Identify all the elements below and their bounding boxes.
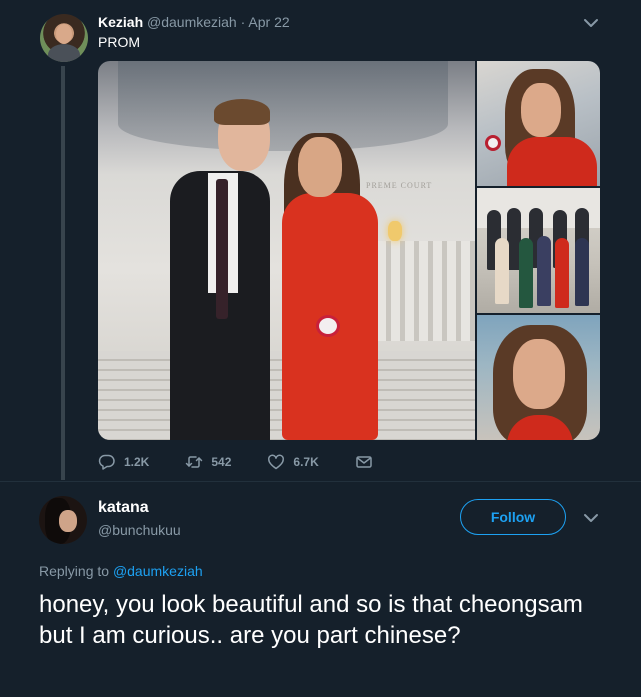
follow-button[interactable]: Follow xyxy=(460,499,566,535)
like-action[interactable]: 6.7K xyxy=(267,453,319,471)
media-grid: PREME COURT xyxy=(98,61,600,440)
tweet-date[interactable]: Apr 22 xyxy=(248,14,289,30)
ceiling-arch xyxy=(118,61,448,151)
display-name[interactable]: katana xyxy=(98,498,149,518)
reply-action[interactable]: 1.2K xyxy=(98,453,149,471)
portrait-dress xyxy=(507,137,597,186)
replying-prefix: Replying to xyxy=(39,563,110,579)
prom-photo-closeup[interactable] xyxy=(477,315,600,440)
group-person xyxy=(495,238,509,304)
user-handle[interactable]: @daumkeziah xyxy=(147,14,237,30)
thread-line xyxy=(61,66,65,480)
tweet-actions: 1.2K 542 6.7K xyxy=(98,451,381,473)
retweet-count: 542 xyxy=(211,455,232,469)
prom-photo-portrait[interactable] xyxy=(477,61,600,186)
corsage xyxy=(485,135,501,151)
group-person xyxy=(555,238,569,308)
corsage xyxy=(316,315,340,337)
separator-dot: · xyxy=(240,14,246,30)
envelope-icon xyxy=(356,456,372,468)
man-hair xyxy=(214,99,270,125)
reply-icon xyxy=(98,454,115,470)
man-tie xyxy=(216,179,228,319)
group-person xyxy=(519,238,533,308)
dm-action[interactable] xyxy=(355,453,381,471)
tweet-header: Keziah @daumkeziah · Apr 22 xyxy=(98,13,290,31)
woman-head xyxy=(298,137,342,197)
wall-inscription: PREME COURT xyxy=(366,181,433,190)
mention-link[interactable]: @daumkeziah xyxy=(113,563,203,579)
chevron-down-icon[interactable] xyxy=(582,509,600,527)
like-count: 6.7K xyxy=(293,455,319,469)
reply-tweet[interactable]: katana @bunchukuu Follow Replying to @da… xyxy=(0,481,641,700)
portrait-face xyxy=(521,83,561,137)
replying-to: Replying to @daumkeziah xyxy=(39,562,203,580)
tweet-text: PROM xyxy=(98,34,140,50)
reply-count: 1.2K xyxy=(124,455,150,469)
avatar[interactable] xyxy=(39,496,87,544)
display-name[interactable]: Keziah xyxy=(98,14,143,30)
avatar-face xyxy=(59,510,77,532)
closeup-face xyxy=(513,339,565,409)
lamp xyxy=(388,221,402,241)
avatar[interactable] xyxy=(40,14,88,62)
prom-photo-main[interactable]: PREME COURT xyxy=(98,61,475,440)
chevron-down-icon[interactable] xyxy=(582,14,600,32)
reply-text: honey, you look beautiful and so is that… xyxy=(39,591,583,649)
retweet-icon xyxy=(186,456,203,468)
retweet-action[interactable]: 542 xyxy=(185,453,231,471)
parent-tweet[interactable]: Keziah @daumkeziah · Apr 22 PROM PREME C… xyxy=(0,0,641,481)
group-person xyxy=(575,238,589,306)
prom-photo-group[interactable] xyxy=(477,188,600,313)
balustrade xyxy=(363,241,475,341)
heart-icon xyxy=(268,454,285,470)
group-person xyxy=(537,236,551,306)
user-handle[interactable]: @bunchukuu xyxy=(98,521,181,539)
avatar-body xyxy=(48,44,80,62)
avatar-face xyxy=(56,24,72,44)
